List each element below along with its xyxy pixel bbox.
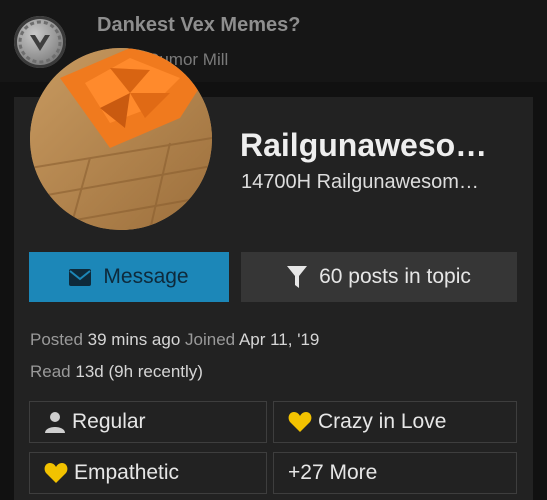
user-icon <box>45 412 65 433</box>
message-button-label: Message <box>103 265 189 288</box>
filter-icon <box>287 266 308 288</box>
badge-crazy-in-love[interactable]: Crazy in Love <box>273 401 517 443</box>
envelope-icon <box>69 268 92 286</box>
badge-label: Empathetic <box>74 461 180 484</box>
badge-empathetic[interactable]: Empathetic <box>29 452 267 494</box>
vex-logo-icon[interactable] <box>14 16 66 68</box>
badge-regular[interactable]: Regular <box>29 401 267 443</box>
message-button[interactable]: Message <box>29 252 229 302</box>
username[interactable]: Railgunaweso… <box>240 127 487 164</box>
posts-in-topic-button[interactable]: 60 posts in topic <box>241 252 517 302</box>
posts-button-label: 60 posts in topic <box>319 265 471 288</box>
post-meta: Posted 39 mins ago Joined Apr 11, '19 <box>30 330 320 349</box>
topic-title[interactable]: Dankest Vex Memes? <box>97 14 300 37</box>
badge-label: +27 More <box>288 461 378 484</box>
full-name: 14700H Railgunawesom… <box>241 171 479 193</box>
posted-time: 39 mins ago <box>87 330 181 349</box>
badge-label: Crazy in Love <box>318 410 447 433</box>
avatar[interactable] <box>30 48 212 230</box>
read-time: 13d (9h recently) <box>75 362 203 381</box>
read-meta: Read 13d (9h recently) <box>30 362 203 381</box>
more-badges-button[interactable]: +27 More <box>273 452 517 494</box>
heart-icon <box>288 412 312 432</box>
heart-icon <box>44 463 68 483</box>
joined-date: Apr 11, '19 <box>238 330 320 349</box>
badge-label: Regular <box>72 410 146 433</box>
